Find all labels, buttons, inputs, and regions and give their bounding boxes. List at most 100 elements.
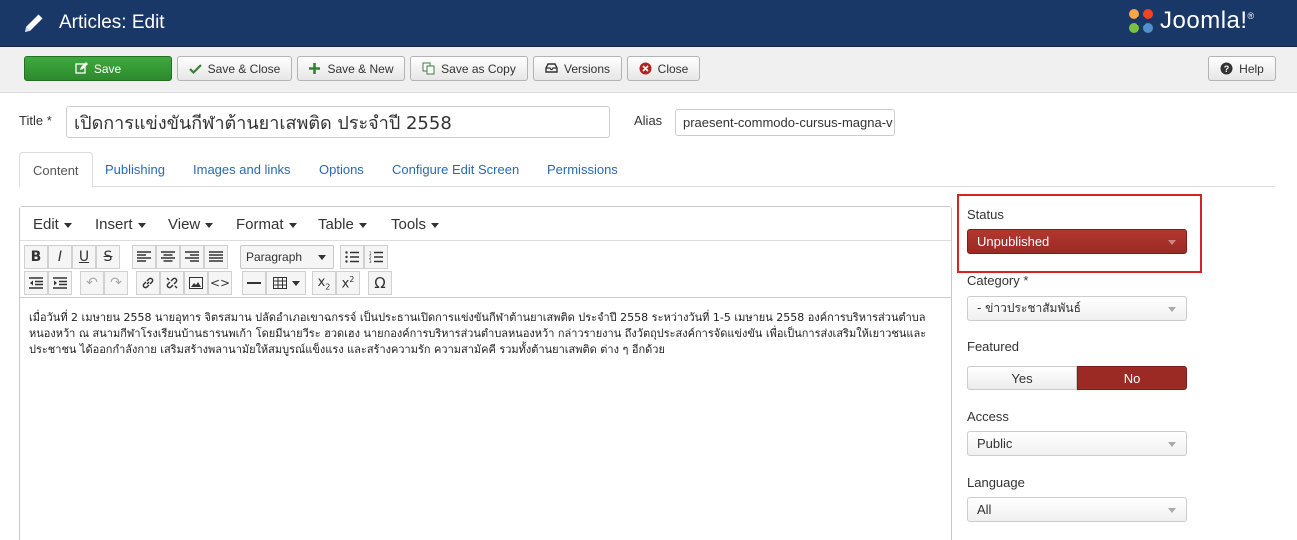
outdent-icon[interactable] [24,271,48,295]
menu-format[interactable]: Format [236,216,297,233]
code-icon[interactable]: <> [208,271,232,295]
language-label: Language [967,475,1025,490]
menu-insert[interactable]: Insert [95,216,146,233]
link-icon[interactable] [136,271,160,295]
format-select[interactable]: Paragraph [240,245,334,269]
save-as-copy-label: Save as Copy [441,61,516,76]
svg-text:3: 3 [369,259,372,263]
save-button[interactable]: Save [24,56,172,81]
tab-options[interactable]: Options [306,152,377,187]
language-select-value: All [977,502,992,517]
numbered-list-icon[interactable]: 123 [364,245,388,269]
language-select[interactable]: All [967,497,1187,522]
edit-tabs: Content Publishing Images and links Opti… [19,152,1275,188]
access-label: Access [967,409,1009,424]
subscript-icon[interactable]: x2 [312,271,336,295]
status-select-value: Unpublished [977,234,1050,249]
archive-icon [545,63,558,73]
close-label: Close [657,61,689,76]
menu-table[interactable]: Table [318,216,367,233]
featured-no-button[interactable]: No [1077,366,1187,390]
action-toolbar: Save Save & Close Save & New Save as Cop… [0,47,1297,93]
editor-toolbar-row-2: ↶ ↷ <> x2 x2 Ω [20,270,951,296]
category-select[interactable]: - ข่าวประชาสัมพันธ์ [967,296,1187,321]
title-input[interactable]: เปิดการแข่งขันกีฬาต้านยาเสพติด ประจำปี 2… [66,106,610,138]
tab-content[interactable]: Content [19,152,93,188]
cancel-circle-icon [639,62,652,75]
joomla-logo-icon [1129,9,1153,33]
featured-yes-label: Yes [1011,370,1033,386]
align-justify-icon[interactable] [204,245,228,269]
category-select-value: - ข่าวประชาสัมพันธ์ [977,301,1081,315]
status-label: Status [967,207,1004,222]
featured-yes-button[interactable]: Yes [967,366,1077,390]
featured-no-label: No [1123,370,1141,386]
strikethrough-icon[interactable]: S [96,245,120,269]
edit-icon [75,62,88,74]
menu-tools-label: Tools [391,216,427,233]
access-select-value: Public [977,436,1013,451]
image-icon[interactable] [184,271,208,295]
save-as-copy-button[interactable]: Save as Copy [410,56,528,81]
menu-insert-label: Insert [95,216,133,233]
versions-label: Versions [563,61,611,76]
underline-icon[interactable]: U [72,245,96,269]
joomla-wordmark: Joomla!® [1160,7,1255,34]
chevron-down-icon [1168,442,1176,447]
tab-publishing[interactable]: Publishing [92,152,178,187]
caret-down-icon [291,280,300,286]
help-button[interactable]: ? Help [1208,56,1276,81]
caret-down-icon [358,222,367,228]
save-close-label: Save & Close [207,61,281,76]
caret-down-icon [137,222,146,228]
align-left-icon[interactable] [132,245,156,269]
editor-body[interactable]: เมื่อวันที่ 2 เมษายน 2558 นายอุทาร จิตรส… [20,297,951,540]
horizontal-rule-icon[interactable] [242,271,266,295]
caret-down-icon [63,222,72,228]
close-button[interactable]: Close [627,56,700,81]
status-select[interactable]: Unpublished [967,229,1187,254]
alias-label: Alias [634,113,663,128]
pencil-icon [25,14,43,32]
tab-permissions[interactable]: Permissions [534,152,631,187]
menu-edit[interactable]: Edit [33,216,72,233]
title-input-value: เปิดการแข่งขันกีฬาต้านยาเสพติด ประจำปี 2… [74,112,452,134]
align-center-icon[interactable] [156,245,180,269]
menu-format-label: Format [236,216,284,233]
registered-mark: ® [1247,11,1255,21]
undo-icon[interactable]: ↶ [80,271,104,295]
superscript-icon[interactable]: x2 [336,271,360,295]
chevron-down-icon [1168,508,1176,513]
special-character-icon[interactable]: Ω [368,271,392,295]
table-icon[interactable] [266,271,306,295]
featured-label: Featured [967,339,1020,354]
caret-down-icon [205,222,214,228]
plus-icon [309,63,321,74]
menu-tools[interactable]: Tools [391,216,440,233]
save-new-label: Save & New [327,61,394,76]
tab-images-and-links[interactable]: Images and links [180,152,304,187]
chevron-down-icon [1168,240,1176,245]
app-header: Articles: Edit Joomla!® [0,0,1297,47]
access-select[interactable]: Public [967,431,1187,456]
rich-text-editor: Edit Insert View Format Table Tools B I … [19,206,952,540]
menu-table-label: Table [318,216,354,233]
alias-input[interactable]: praesent-commodo-cursus-magna-v [675,109,895,136]
tab-configure-edit-screen[interactable]: Configure Edit Screen [379,152,532,187]
italic-icon[interactable]: I [48,245,72,269]
redo-icon[interactable]: ↷ [104,271,128,295]
indent-icon[interactable] [48,271,72,295]
bold-icon[interactable]: B [24,245,48,269]
menu-view[interactable]: View [168,216,214,233]
chevron-down-icon [1168,307,1176,312]
editor-toolbar-row-1: B I U S Paragraph 123 [20,244,951,270]
bullet-list-icon[interactable] [340,245,364,269]
format-select-value: Paragraph [246,250,303,264]
versions-button[interactable]: Versions [533,56,622,81]
unlink-icon[interactable] [160,271,184,295]
save-new-button[interactable]: Save & New [297,56,405,81]
align-right-icon[interactable] [180,245,204,269]
copy-icon [422,62,435,75]
save-close-button[interactable]: Save & Close [177,56,292,81]
check-icon [188,64,202,75]
